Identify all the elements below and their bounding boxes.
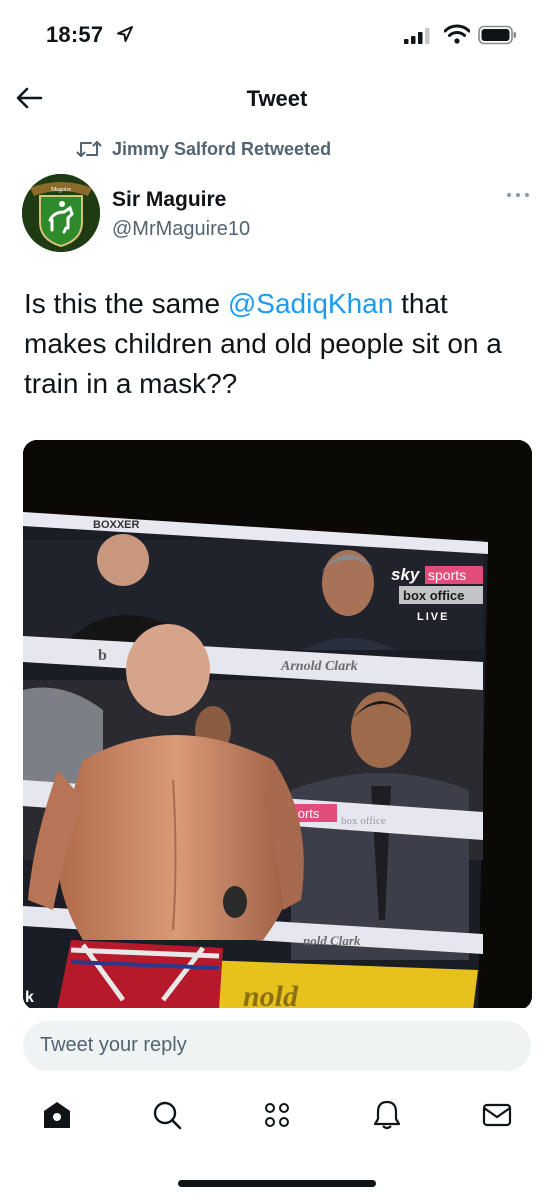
- svg-text:nold: nold: [243, 980, 299, 1010]
- home-indicator: [178, 1180, 376, 1187]
- retweeted-by-label[interactable]: Jimmy Salford Retweeted: [112, 139, 331, 160]
- boxing-broadcast-photo: BOXXER sky sports box office LIVE b Arno…: [23, 440, 532, 1010]
- svg-text:nold Clark: nold Clark: [303, 933, 361, 948]
- avatar[interactable]: Maguire: [22, 174, 100, 252]
- tweet-text: Is this the same @SadiqKhan that makes c…: [24, 284, 534, 404]
- svg-text:box office: box office: [341, 815, 386, 827]
- svg-text:BOXXER: BOXXER: [93, 519, 140, 531]
- svg-text:box office: box office: [403, 588, 464, 603]
- home-icon[interactable]: [40, 1098, 74, 1132]
- svg-text:sports: sports: [428, 567, 466, 583]
- more-options-icon[interactable]: [506, 190, 530, 200]
- wifi-icon: [444, 24, 470, 44]
- svg-text:LIVE: LIVE: [417, 611, 449, 623]
- page-title: Tweet: [246, 86, 308, 111]
- messages-icon[interactable]: [480, 1098, 514, 1132]
- author-name[interactable]: Sir Maguire: [112, 188, 226, 212]
- tweet-text-start: Is this the same: [24, 288, 228, 319]
- battery-icon: [478, 25, 516, 45]
- svg-text:Arnold Clark: Arnold Clark: [280, 659, 358, 674]
- svg-text:Maguire: Maguire: [51, 187, 72, 193]
- spaces-icon[interactable]: [260, 1098, 294, 1132]
- notifications-icon[interactable]: [370, 1098, 404, 1132]
- svg-text:sky: sky: [391, 565, 421, 584]
- status-time: 18:57: [46, 22, 104, 47]
- author-handle[interactable]: @MrMaguire10: [112, 218, 250, 241]
- crest-image: Maguire: [22, 174, 100, 252]
- tweet-photo[interactable]: BOXXER sky sports box office LIVE b Arno…: [23, 440, 532, 1010]
- reply-placeholder: Tweet your reply: [40, 1034, 187, 1056]
- location-arrow-icon: [117, 26, 133, 42]
- svg-text:b: b: [98, 647, 107, 664]
- search-icon[interactable]: [150, 1098, 184, 1132]
- cellular-signal-icon: [404, 28, 430, 44]
- mention-link[interactable]: @SadiqKhan: [228, 288, 393, 319]
- svg-text:k: k: [25, 989, 34, 1006]
- retweet-icon: [76, 141, 102, 157]
